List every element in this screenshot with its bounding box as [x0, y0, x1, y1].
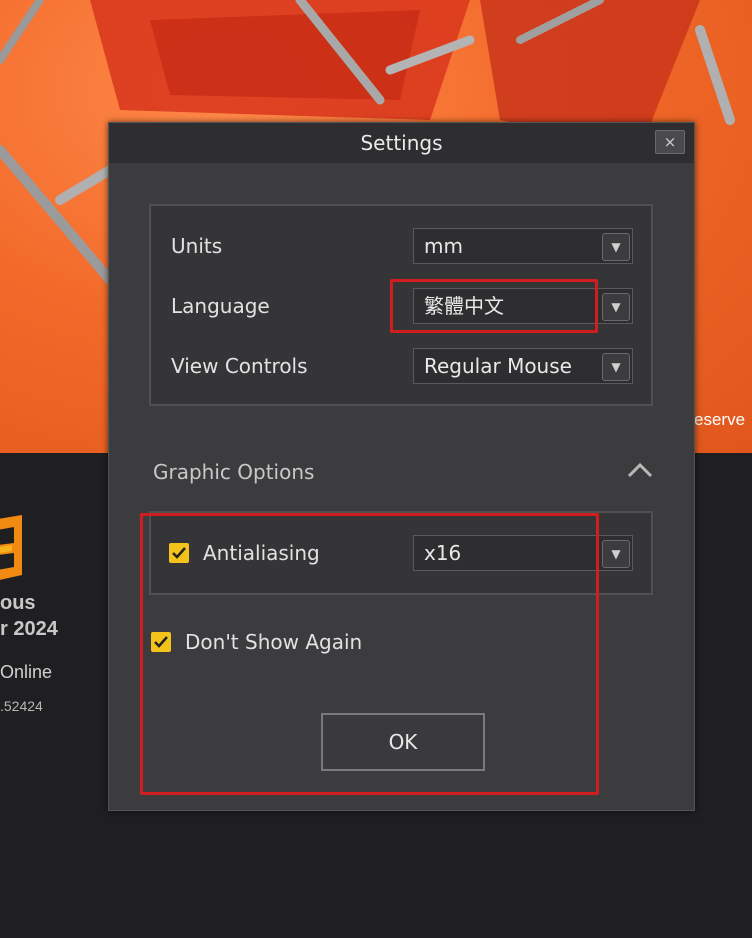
units-label: Units — [171, 234, 223, 258]
view-controls-label: View Controls — [171, 354, 308, 378]
close-icon: × — [663, 133, 677, 151]
dialog-titlebar[interactable]: Settings × — [109, 123, 694, 163]
dropdown-arrow-icon[interactable]: ▼ — [602, 540, 630, 568]
brand-logo-icon — [0, 515, 22, 580]
brand-name-line1: ous — [0, 592, 36, 614]
dropdown-arrow-icon[interactable]: ▼ — [602, 233, 630, 261]
units-value: mm — [424, 234, 463, 258]
brand-edition: Online — [0, 662, 53, 682]
copyright-text: eserve — [694, 410, 746, 429]
graphic-options-title: Graphic Options — [153, 460, 315, 484]
highlight-options-box — [140, 513, 599, 795]
highlight-language-box — [390, 279, 598, 333]
language-label: Language — [171, 294, 270, 318]
brand-version: .52424 — [0, 698, 43, 714]
chevron-up-icon[interactable] — [626, 460, 654, 480]
brand-name-line2: r 2024 — [0, 618, 58, 640]
dropdown-arrow-icon[interactable]: ▼ — [602, 353, 630, 381]
view-controls-value: Regular Mouse — [424, 354, 572, 378]
units-select[interactable]: mm ▼ — [413, 228, 633, 264]
view-controls-select[interactable]: Regular Mouse ▼ — [413, 348, 633, 384]
dropdown-arrow-icon[interactable]: ▼ — [602, 293, 630, 321]
dialog-title: Settings — [360, 131, 443, 155]
close-button[interactable]: × — [655, 130, 685, 154]
